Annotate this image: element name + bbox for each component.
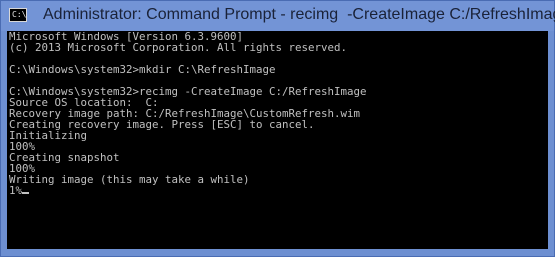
console-line: Initializing — [9, 129, 88, 142]
console-line: C:\Windows\system32>mkdir C:\RefreshImag… — [9, 63, 276, 76]
console-line: Writing image (this may take a while) — [9, 173, 250, 186]
window-title: Administrator: Command Prompt - recimg -… — [43, 6, 555, 23]
console-icon[interactable]: C:\ — [9, 8, 27, 22]
console-line: 1% — [9, 184, 23, 197]
console-input-line[interactable]: 1% — [7, 185, 548, 196]
command-prompt-window: C:\ Administrator: Command Prompt - reci… — [0, 0, 555, 257]
console-line: Creating snapshot — [9, 151, 120, 164]
console-line: Creating recovery image. Press [ESC] to … — [9, 118, 315, 131]
console-icon-glyph: C:\ — [12, 10, 27, 19]
text-cursor — [22, 192, 30, 194]
console-line: (c) 2013 Microsoft Corporation. All righ… — [9, 41, 348, 54]
console-output[interactable]: Microsoft Windows [Version 6.3.9600] (c)… — [7, 31, 548, 249]
title-bar[interactable]: C:\ Administrator: Command Prompt - reci… — [1, 1, 555, 31]
